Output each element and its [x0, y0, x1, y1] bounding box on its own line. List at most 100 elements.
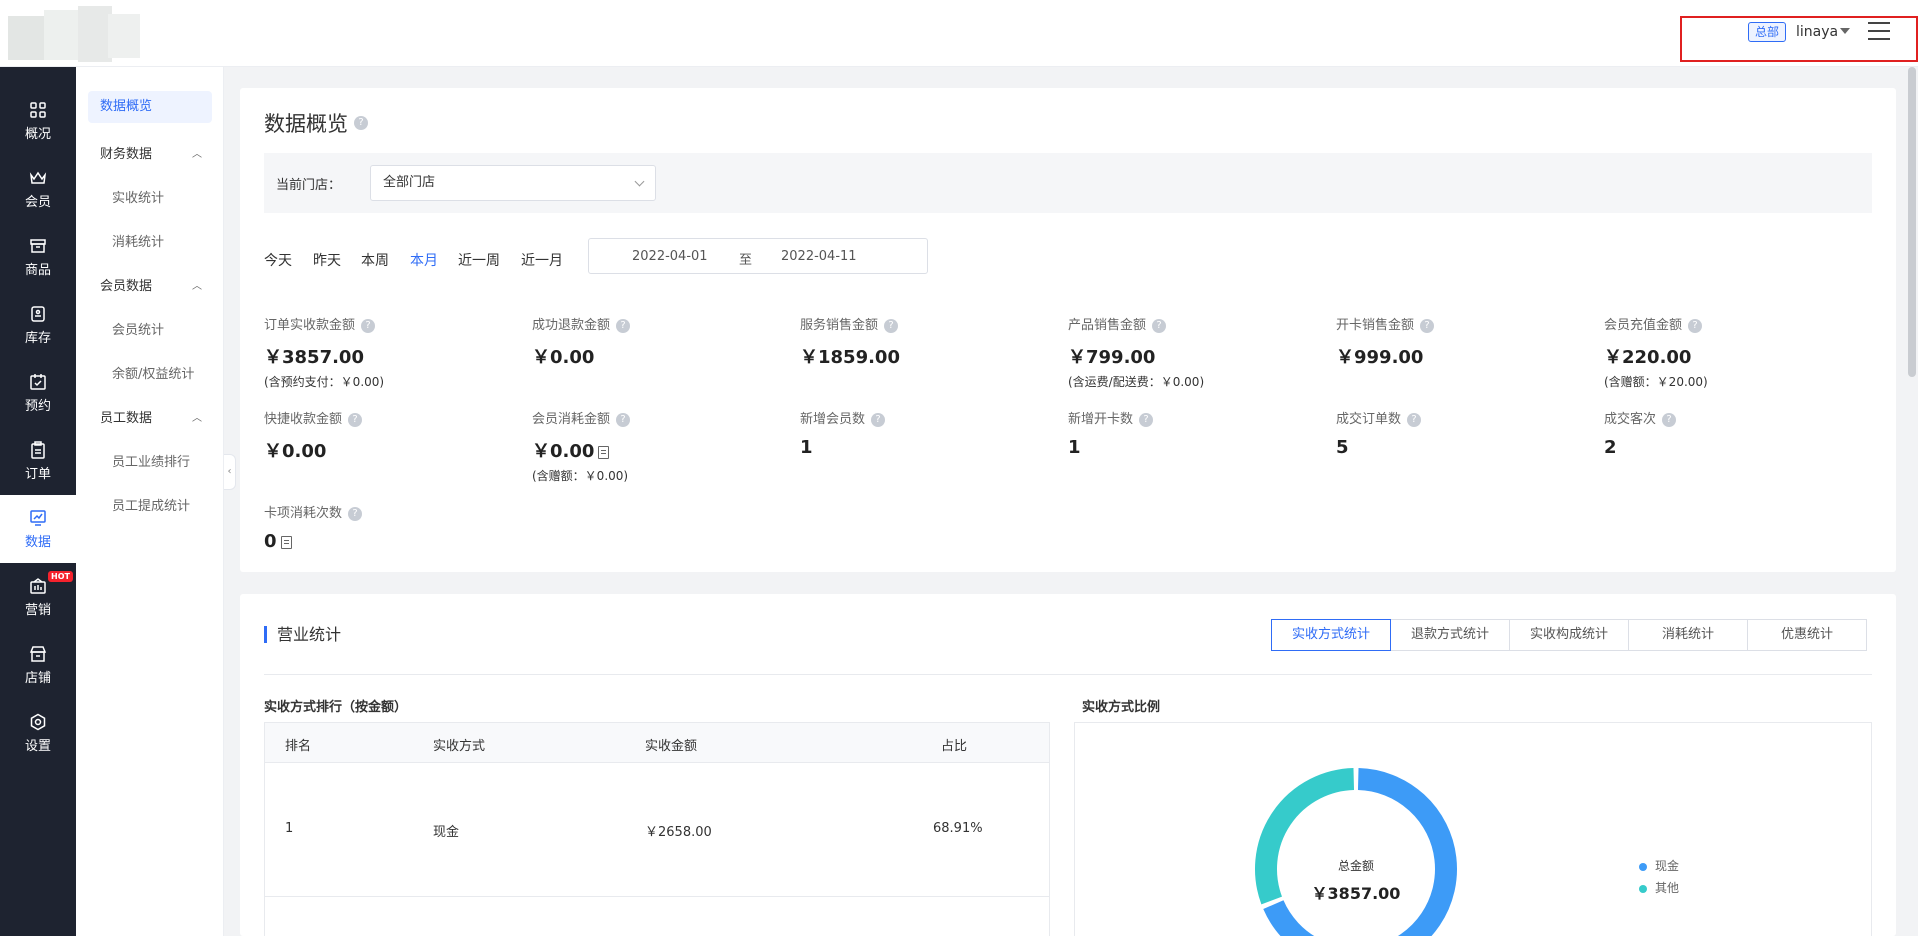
tab-discount[interactable]: 优惠统计: [1747, 619, 1867, 651]
tab-receipt-composition[interactable]: 实收构成统计: [1509, 619, 1629, 651]
submenu-item-overview[interactable]: 数据概览: [88, 91, 212, 123]
range-last-week[interactable]: 近一周: [458, 250, 500, 270]
stat-new-cards: 新增开卡数? 1: [1068, 408, 1154, 458]
submenu-group-members[interactable]: 会员数据: [100, 275, 152, 294]
crown-icon: [29, 171, 47, 184]
range-yesterday[interactable]: 昨天: [313, 250, 341, 270]
legend-label: 现金: [1655, 859, 1680, 873]
tab-refund-method[interactable]: 退款方式统计: [1390, 619, 1510, 651]
range-this-month[interactable]: 本月: [410, 250, 438, 270]
stat-label: 成功退款金额: [532, 318, 611, 333]
document-icon[interactable]: [280, 535, 292, 549]
cell-method: 现金: [433, 825, 460, 840]
calendar-check-icon: [30, 374, 46, 390]
help-icon[interactable]: ?: [361, 318, 376, 333]
stat-member-consumption: 会员消耗金额? ￥0.00 (含赠额：￥0.00): [532, 408, 631, 484]
stat-value: ￥999.00: [1336, 347, 1424, 368]
help-icon[interactable]: ?: [354, 116, 368, 130]
help-icon[interactable]: ?: [348, 412, 363, 427]
store-label: 当前门店：: [276, 178, 342, 193]
help-icon[interactable]: ?: [1662, 412, 1677, 427]
stat-value: ￥0.00: [264, 441, 327, 462]
stat-value: 2: [1604, 437, 1617, 458]
submenu-item-member-stats[interactable]: 会员统计: [112, 319, 164, 338]
donut-total-label: 总金额: [1337, 859, 1374, 873]
legend-item[interactable]: 现金: [1639, 857, 1679, 874]
nav-item-booking[interactable]: 预约: [0, 359, 76, 427]
help-icon[interactable]: ?: [1420, 318, 1435, 333]
submenu-item-receipt-stats[interactable]: 实收统计: [112, 187, 164, 206]
help-icon[interactable]: ?: [1688, 318, 1703, 333]
collapse-submenu-handle[interactable]: ‹: [224, 454, 236, 490]
nav-label: 设置: [24, 739, 51, 754]
help-icon[interactable]: ?: [1152, 318, 1167, 333]
stat-value: 5: [1336, 437, 1349, 458]
legend-label: 其他: [1655, 881, 1680, 895]
date-end[interactable]: 2022-04-11: [781, 249, 857, 264]
nav-label: 数据: [24, 535, 51, 550]
nav-label: 营销: [24, 603, 51, 618]
tab-consumption[interactable]: 消耗统计: [1628, 619, 1748, 651]
help-icon[interactable]: ?: [348, 506, 363, 521]
store-select[interactable]: 全部门店: [370, 165, 656, 201]
stat-label: 会员消耗金额: [532, 412, 611, 427]
stat-value: ￥1859.00: [800, 347, 900, 368]
submenu-group-staff[interactable]: 员工数据: [100, 407, 152, 426]
stat-new-members: 新增会员数? 1: [800, 408, 886, 458]
table-title: 实收方式排行（按金额）: [264, 700, 408, 715]
nav-item-goods[interactable]: 商品: [0, 223, 76, 291]
help-icon[interactable]: ?: [884, 318, 899, 333]
stat-value: 0: [264, 531, 277, 552]
help-icon[interactable]: ?: [1407, 412, 1422, 427]
top-header: 总部 linaya: [0, 0, 1918, 67]
help-icon[interactable]: ?: [616, 412, 631, 427]
nav-item-orders[interactable]: 订单: [0, 427, 76, 495]
nav-item-overview[interactable]: 概况: [0, 87, 76, 155]
date-start[interactable]: 2022-04-01: [632, 249, 708, 264]
submenu-item-staff-ranking[interactable]: 员工业绩排行: [112, 451, 190, 470]
logo: [8, 6, 140, 64]
date-separator: 至: [739, 253, 753, 268]
nav-item-members[interactable]: 会员: [0, 155, 76, 223]
stat-refund: 成功退款金额? ￥0.00: [532, 314, 631, 369]
stat-value: ￥3857.00: [264, 347, 364, 368]
chevron-up-icon[interactable]: ︿: [192, 145, 202, 160]
hamburger-menu-icon[interactable]: [1868, 22, 1890, 40]
help-icon[interactable]: ?: [1139, 412, 1154, 427]
date-range-picker[interactable]: 2022-04-01 至 2022-04-11: [588, 238, 928, 274]
caret-down-icon[interactable]: [1840, 28, 1850, 34]
divider: [264, 674, 1872, 675]
submenu-item-consumption-stats[interactable]: 消耗统计: [112, 231, 164, 250]
main-sidebar: 概况 会员 商品 库存 预约 订单 数据 HOT 营销 店铺 设置: [0, 67, 76, 936]
range-today[interactable]: 今天: [264, 250, 292, 270]
hq-badge[interactable]: 总部: [1748, 22, 1787, 42]
chevron-up-icon[interactable]: ︿: [192, 277, 202, 292]
legend-item[interactable]: 其他: [1639, 879, 1679, 896]
stat-label: 服务销售金额: [800, 318, 879, 333]
nav-label: 店铺: [24, 671, 51, 686]
business-stats-panel: 营业统计 实收方式统计 退款方式统计 实收构成统计 消耗统计 优惠统计 实收方式…: [240, 594, 1896, 936]
table-header: 排名 实收方式 实收金额 占比: [265, 723, 1049, 763]
range-last-month[interactable]: 近一月: [521, 250, 563, 270]
nav-item-inventory[interactable]: 库存: [0, 291, 76, 359]
stat-sub: (含预约支付：￥0.00): [264, 375, 385, 389]
submenu-item-staff-commission[interactable]: 员工提成统计: [112, 495, 190, 514]
stat-label: 新增开卡数: [1068, 412, 1134, 427]
tab-receipt-method[interactable]: 实收方式统计: [1271, 619, 1391, 651]
username[interactable]: linaya: [1796, 24, 1838, 40]
range-this-week[interactable]: 本周: [361, 250, 389, 270]
help-icon[interactable]: ?: [871, 412, 886, 427]
stat-customer-visits: 成交客次? 2: [1604, 408, 1677, 458]
nav-item-shop[interactable]: 店铺: [0, 631, 76, 699]
grid-icon: [30, 102, 46, 118]
nav-item-data[interactable]: 数据: [0, 495, 76, 563]
document-icon[interactable]: [598, 445, 610, 459]
stat-label: 产品销售金额: [1068, 318, 1147, 333]
page-scrollbar[interactable]: [1908, 67, 1916, 377]
help-icon[interactable]: ?: [616, 318, 631, 333]
nav-item-settings[interactable]: 设置: [0, 699, 76, 767]
chevron-up-icon[interactable]: ︿: [192, 409, 202, 424]
nav-item-marketing[interactable]: HOT 营销: [0, 563, 76, 631]
submenu-item-balance-stats[interactable]: 余额/权益统计: [112, 363, 194, 382]
submenu-group-finance[interactable]: 财务数据: [100, 143, 152, 162]
